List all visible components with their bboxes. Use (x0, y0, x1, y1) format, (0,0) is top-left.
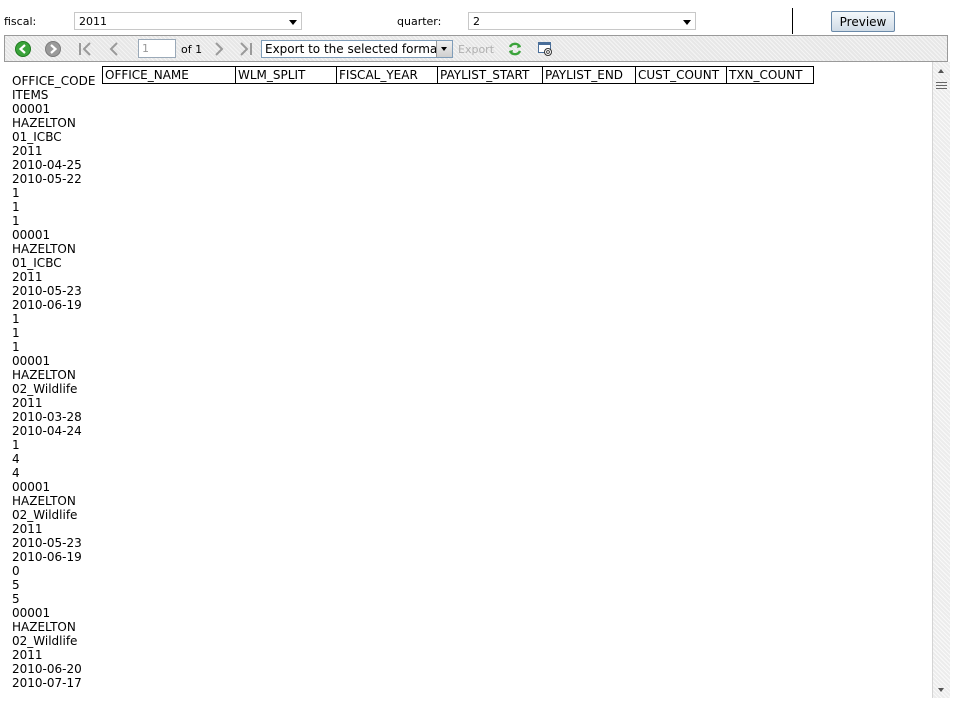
report-line: 2011 (12, 648, 43, 662)
scroll-up-icon[interactable] (938, 69, 944, 73)
report-line: HAZELTON (12, 620, 76, 634)
fiscal-label: fiscal: (4, 15, 37, 28)
report-line: 02_Wildlife (12, 382, 78, 396)
report-line: 5 (12, 578, 20, 592)
report-line: 2010-03-28 (12, 410, 82, 424)
column-header: PAYLIST_END (542, 66, 636, 84)
scroll-thumb[interactable] (936, 82, 947, 91)
column-header: WLM_SPLIT (235, 66, 337, 84)
report-line: 2010-05-23 (12, 284, 82, 298)
chevron-down-icon (683, 20, 691, 25)
chevron-down-icon (289, 20, 297, 25)
preview-button[interactable]: Preview (831, 11, 895, 32)
report-line: 1 (12, 200, 20, 214)
report-toolbar: 1 of 1 Export to the selected format Exp… (4, 35, 948, 62)
vertical-scrollbar[interactable] (932, 62, 950, 698)
fiscal-select-value: 2011 (79, 15, 107, 28)
fiscal-select[interactable]: 2011 (74, 12, 302, 30)
column-header: OFFICE_NAME (102, 66, 236, 84)
report-line: HAZELTON (12, 116, 76, 130)
report-line: 00001 (12, 606, 51, 620)
page-number-input[interactable]: 1 (138, 39, 176, 58)
quarter-select[interactable]: 2 (468, 12, 696, 30)
export-format-value: Export to the selected format (265, 42, 442, 56)
column-header: CUST_COUNT (635, 66, 727, 84)
report-line: 02_Wildlife (12, 508, 78, 522)
parameter-bar: fiscal: 2011 quarter: 2 Preview (0, 0, 962, 34)
report-line: 00001 (12, 480, 51, 494)
report-line: 2011 (12, 270, 43, 284)
report-line: 1 (12, 214, 20, 228)
divider (792, 8, 793, 34)
report-line: 4 (12, 452, 20, 466)
report-line: 2010-04-24 (12, 424, 82, 438)
report-line: 2011 (12, 522, 43, 536)
previous-page-icon[interactable] (106, 41, 122, 57)
report-line: 0 (12, 564, 20, 578)
quarter-label: quarter: (397, 15, 442, 28)
column-header: FISCAL_YEAR (336, 66, 438, 84)
export-format-select[interactable]: Export to the selected format (261, 40, 453, 58)
report-line: 1 (12, 326, 20, 340)
report-line: HAZELTON (12, 368, 76, 382)
scroll-down-icon[interactable] (938, 688, 944, 692)
column-header: TXN_COUNT (726, 66, 814, 84)
report-line: 01_ICBC (12, 256, 62, 270)
page-count: of 1 (181, 43, 203, 56)
forward-icon[interactable] (45, 41, 61, 57)
report-viewer: OFFICE_CODE ITEMS 00001 HAZELTON 01_ICBC 2011… (4, 62, 932, 698)
report-line: 1 (12, 312, 20, 326)
report-line: 2010-06-19 (12, 298, 82, 312)
report-records: OFFICE_CODE ITEMS 00001 HAZELTON 01_ICBC 2011… (12, 74, 95, 690)
report-line: 00001 (12, 102, 51, 116)
report-line: 02_Wildlife (12, 634, 78, 648)
report-line: 1 (12, 438, 20, 452)
report-line: 2010-07-17 (12, 676, 82, 690)
report-line: 1 (12, 340, 20, 354)
report-line: 2010-04-25 (12, 158, 82, 172)
back-icon[interactable] (15, 41, 31, 57)
report-line: 2011 (12, 144, 43, 158)
report-line: HAZELTON (12, 242, 76, 256)
refresh-icon[interactable] (507, 41, 523, 57)
chevron-down-icon (436, 41, 452, 57)
report-line: 5 (12, 592, 20, 606)
report-header-table: OFFICE_NAME WLM_SPLIT FISCAL_YEAR PAYLIST_S… (102, 66, 814, 84)
report-line: 2010-06-19 (12, 550, 82, 564)
report-line: 1 (12, 186, 20, 200)
report-line: 2010-05-22 (12, 172, 82, 186)
table-header-row: OFFICE_NAME WLM_SPLIT FISCAL_YEAR PAYLIST_S… (102, 66, 814, 84)
report-line: 00001 (12, 228, 51, 242)
next-page-icon[interactable] (211, 41, 227, 57)
report-line: 2010-06-20 (12, 662, 82, 676)
report-line: 2011 (12, 396, 43, 410)
quarter-select-value: 2 (473, 15, 480, 28)
column-header: PAYLIST_START (437, 66, 543, 84)
last-page-icon[interactable] (238, 41, 254, 57)
report-line: 00001 (12, 354, 51, 368)
report-line: 4 (12, 466, 20, 480)
report-line: OFFICE_CODE (12, 74, 96, 88)
export-button[interactable]: Export (458, 43, 494, 56)
report-line: 01_ICBC (12, 130, 62, 144)
first-page-icon[interactable] (77, 41, 93, 57)
report-line: ITEMS (12, 88, 49, 102)
report-line: HAZELTON (12, 494, 76, 508)
report-line: 2010-05-23 (12, 536, 82, 550)
print-icon[interactable] (537, 41, 553, 57)
